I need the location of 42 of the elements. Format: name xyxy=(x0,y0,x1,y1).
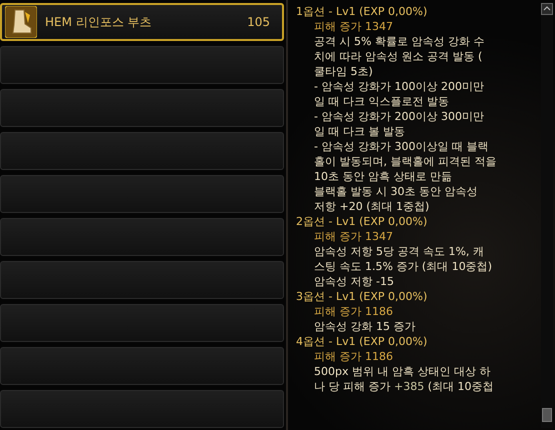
description-line: 10초 동안 암흑 상태로 만듦 xyxy=(314,169,452,184)
item-slot[interactable] xyxy=(0,347,284,385)
item-slot[interactable] xyxy=(0,390,284,428)
description-line: - 암속성 강화가 100이상 200미만 xyxy=(314,79,484,94)
scroll-thumb[interactable] xyxy=(542,408,552,422)
description-line: 블랙홀 발동 시 30초 동안 암속성 xyxy=(314,184,478,199)
item-slot[interactable] xyxy=(0,132,284,170)
stat-line: 피해 증가 1347 xyxy=(314,229,393,244)
stat-line: 피해 증가 1186 xyxy=(314,304,393,319)
item-slot[interactable] xyxy=(0,175,284,213)
item-slot[interactable]: HEM 리인포스 부츠 105 xyxy=(0,3,284,41)
description-line: 스팅 속도 1.5% 증가 (최대 10중첩) xyxy=(314,259,492,274)
description-line: 암속성 저항 -15 xyxy=(314,274,394,289)
item-slot[interactable] xyxy=(0,46,284,84)
scrollbar[interactable] xyxy=(541,3,553,428)
description-line: 공격 시 5% 확률로 암속성 강화 수 xyxy=(314,34,484,49)
item-slot[interactable] xyxy=(0,304,284,342)
description-line: 나 당 피해 증가 +385 (최대 10중첩 xyxy=(314,379,494,394)
stat-line: 피해 증가 1186 xyxy=(314,349,393,364)
boot-icon xyxy=(5,6,37,38)
option-header: 1옵션 - Lv1 (EXP 0,00%) xyxy=(296,4,428,19)
description-line: 홀이 발동되며, 블랙홀에 피격된 적을 xyxy=(314,154,496,169)
item-name: HEM 리인포스 부츠 xyxy=(45,14,153,30)
description-line: - 암속성 강화가 300이상일 때 블랙 xyxy=(314,139,488,154)
scroll-up-icon[interactable] xyxy=(541,3,553,15)
description-line: 쿨타임 5초) xyxy=(314,64,373,79)
description-line: 일 때 다크 익스플로전 발동 xyxy=(314,94,449,109)
description-line: - 암속성 강화가 200이상 300미만 xyxy=(314,109,484,124)
item-slot[interactable] xyxy=(0,89,284,127)
description-line: 암속성 저항 5당 공격 속도 1%, 캐 xyxy=(314,244,484,259)
item-level: 105 xyxy=(247,15,270,29)
stat-line: 피해 증가 1347 xyxy=(314,19,393,34)
option-header: 4옵션 - Lv1 (EXP 0,00%) xyxy=(296,334,428,349)
item-slot[interactable] xyxy=(0,218,284,256)
description-line: 저항 +20 (최대 1중첩) xyxy=(314,199,430,214)
description-line: 일 때 다크 볼 발동 xyxy=(314,124,405,139)
item-slot[interactable] xyxy=(0,261,284,299)
description-line: 치에 따라 암속성 원소 공격 발동 ( xyxy=(314,49,482,64)
option-header: 3옵션 - Lv1 (EXP 0,00%) xyxy=(296,289,428,304)
description-line: 500px 범위 내 암흑 상태인 대상 하 xyxy=(314,364,490,379)
description-line: 암속성 강화 15 증가 xyxy=(314,319,416,334)
option-header: 2옵션 - Lv1 (EXP 0,00%) xyxy=(296,214,428,229)
